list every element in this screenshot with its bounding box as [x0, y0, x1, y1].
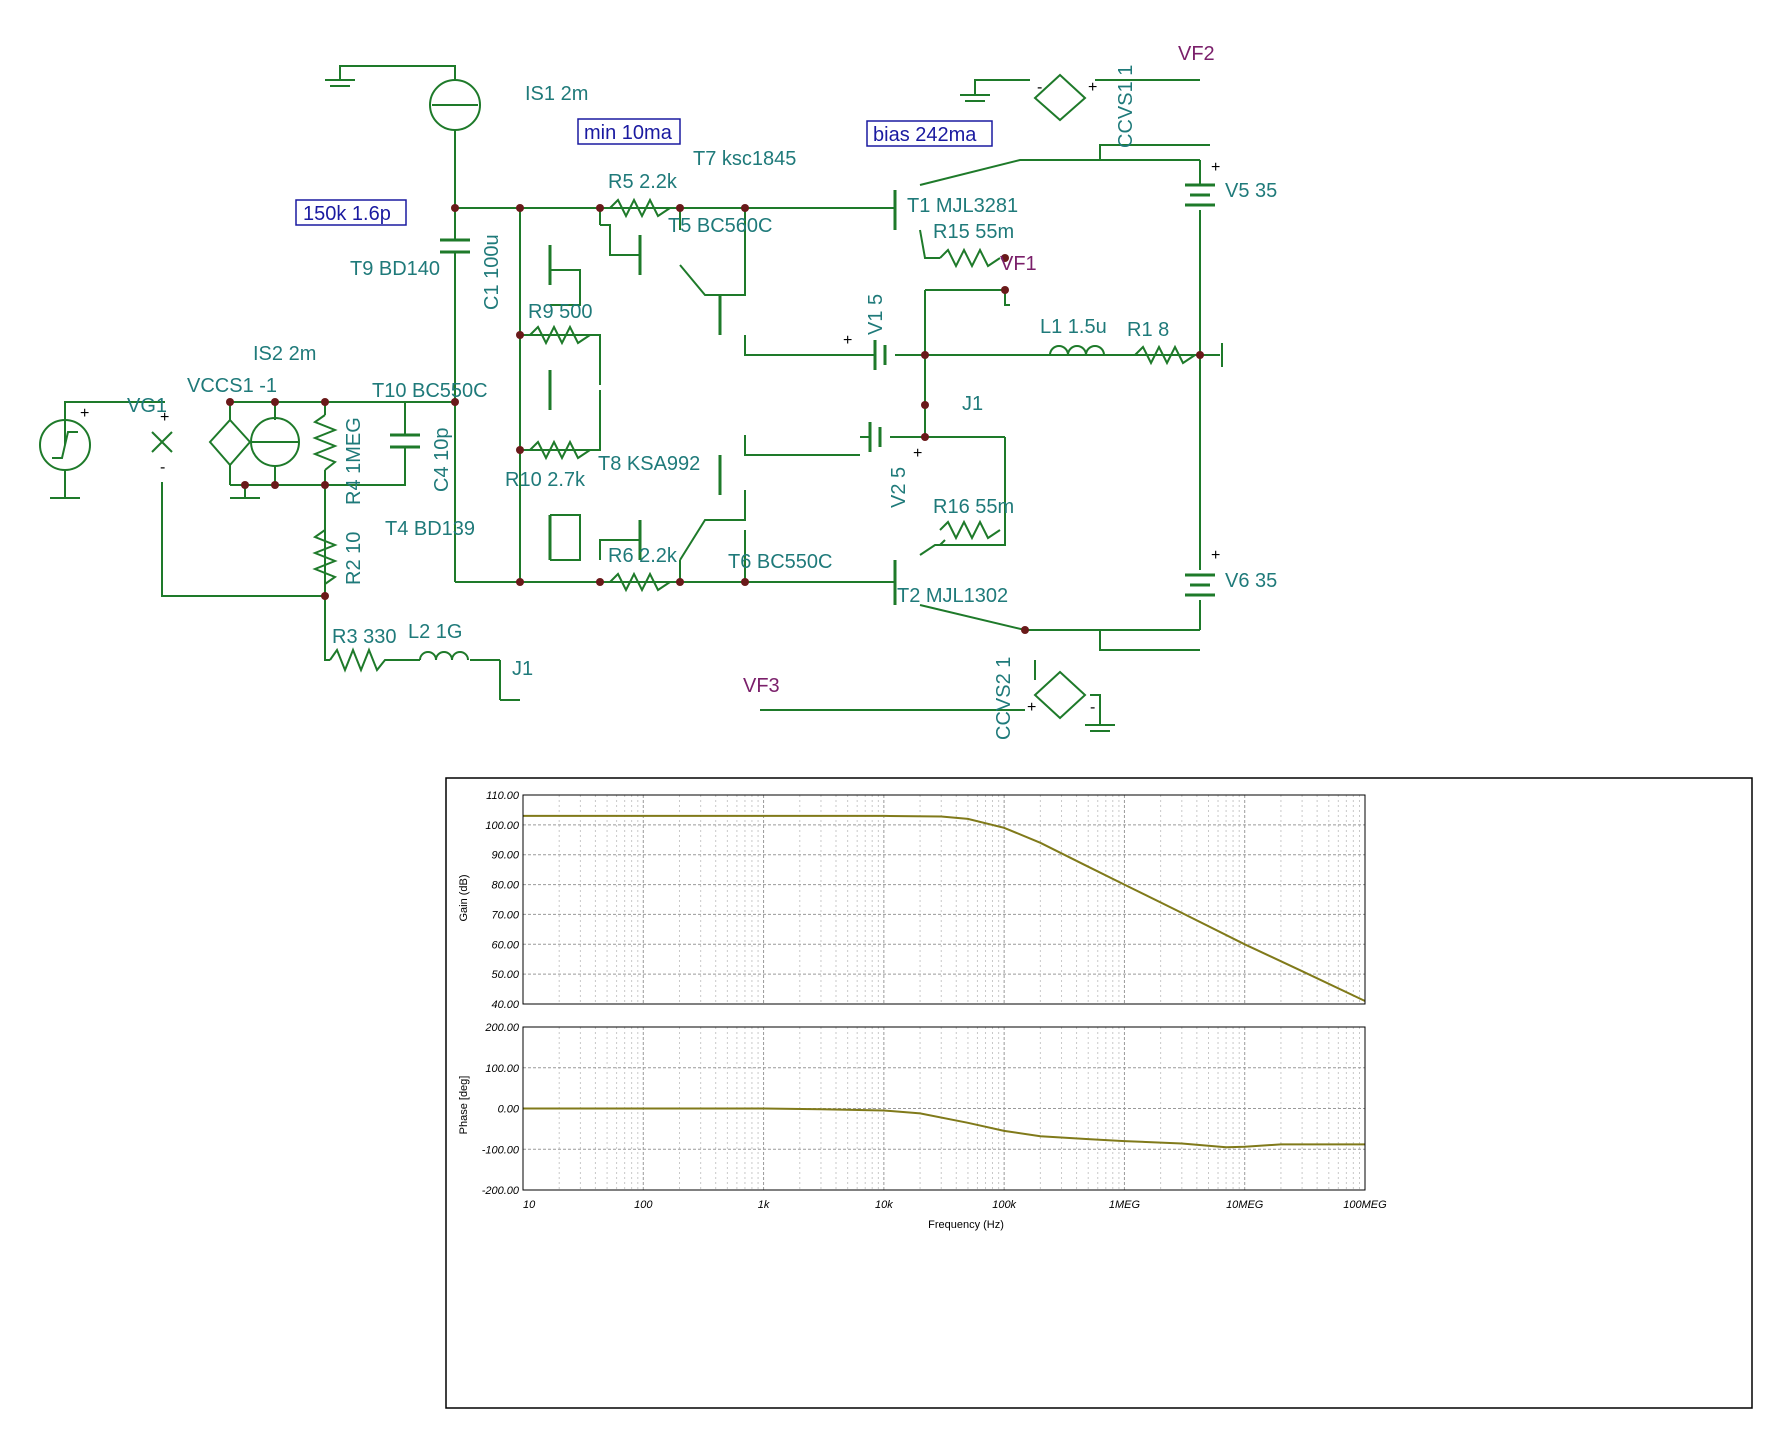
gain-plot-area [522, 794, 1366, 1005]
frequency-tick-label: 1k [758, 1199, 770, 1211]
gain-ytick-label: 90.00 [491, 850, 519, 862]
frequency-axis-label: Frequency (Hz) [928, 1219, 1004, 1231]
phase-ytick-label: 200.00 [484, 1022, 520, 1034]
phase-ytick-label: 100.00 [485, 1063, 520, 1075]
gain-ytick-label: 80.00 [491, 880, 519, 892]
gain-ytick-label: 40.00 [491, 999, 519, 1011]
phase-ytick-label: -100.00 [482, 1144, 520, 1156]
gain-axis-label: Gain (dB) [458, 874, 470, 921]
gain-ytick-label: 60.00 [491, 939, 519, 951]
phase-panel: 200.00 100.00 0.00 -100.00 -200.0010 100 1k 10k… [482, 1022, 1387, 1211]
gain-ytick-label: 70.00 [491, 909, 519, 921]
gain-ytick-label: 50.00 [491, 969, 519, 981]
frequency-tick-label: 100k [992, 1199, 1016, 1211]
frequency-tick-label: 10MEG [1226, 1199, 1264, 1211]
gain-panel: 110.00 100.00 90.00 80.00 70.00 60.00 50.00 40.… [485, 790, 1366, 1011]
phase-ytick-label: 0.00 [498, 1104, 520, 1116]
frequency-tick-label: 10k [875, 1199, 893, 1211]
phase-ytick-label: -200.00 [482, 1185, 520, 1197]
frequency-tick-label: 1MEG [1109, 1199, 1141, 1211]
phase-axis-label: Phase [deg] [458, 1076, 470, 1135]
bode-plot: 110.00100.0090.0080.0070.0060.0050.0040.… [445, 777, 1753, 1409]
frequency-tick-label: 100 [634, 1199, 653, 1211]
gain-ytick-label: 100.00 [485, 820, 520, 832]
frequency-tick-label: 100MEG [1343, 1199, 1387, 1211]
gain-ytick-label: 110.00 [486, 790, 520, 802]
frequency-tick-label: 10 [523, 1199, 536, 1211]
